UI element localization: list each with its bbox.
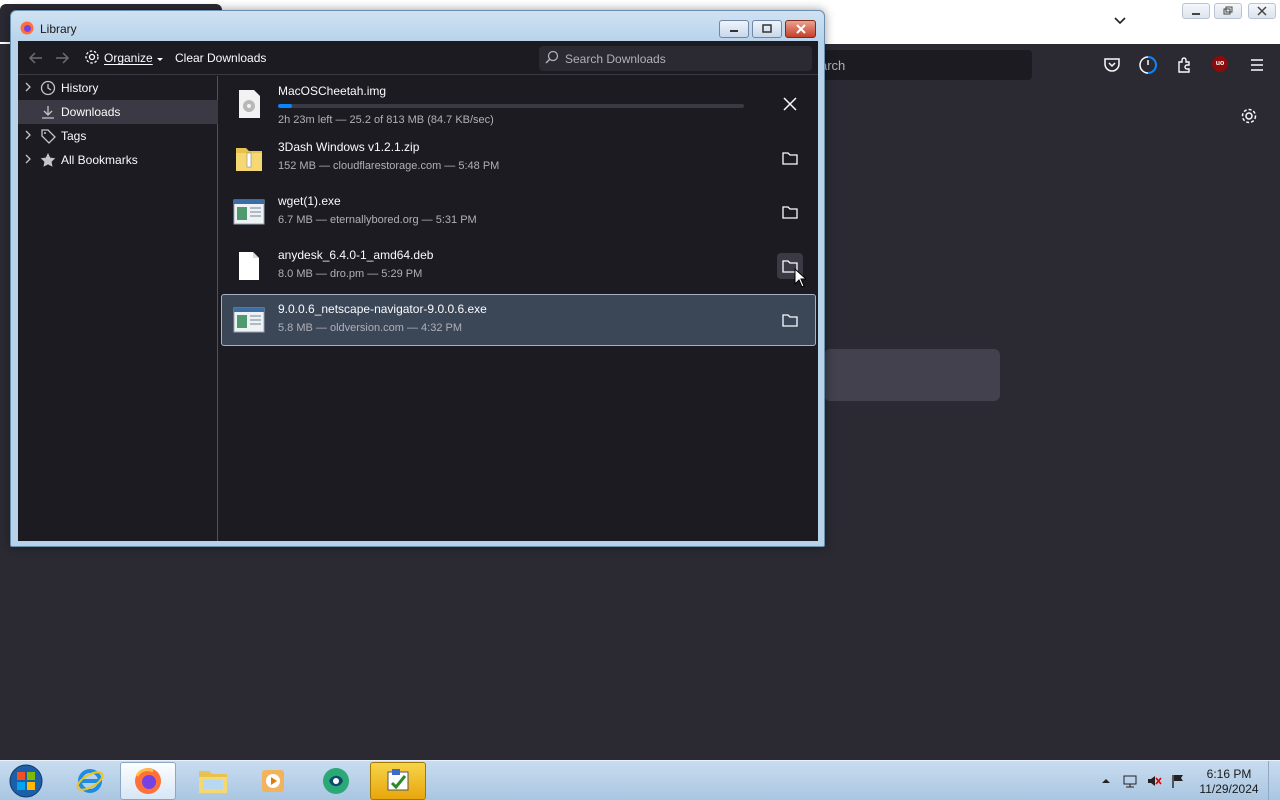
show-desktop-button[interactable] <box>1268 761 1280 800</box>
disk-image-icon <box>233 88 265 120</box>
sidebar-item-history[interactable]: History <box>18 76 218 100</box>
sidebar-item-label: Downloads <box>61 105 121 119</box>
sidebar-item-label: Tags <box>61 129 87 143</box>
background-card <box>824 349 1000 401</box>
browser-restore-button[interactable] <box>1214 3 1242 19</box>
show-in-folder-button[interactable] <box>777 145 803 171</box>
sidebar-item-tags[interactable]: Tags <box>18 124 218 148</box>
download-progress-bar <box>278 104 744 108</box>
download-name: wget(1).exe <box>278 194 341 208</box>
hamburger-menu-icon[interactable] <box>1247 55 1267 75</box>
sidebar-item-all-bookmarks[interactable]: All Bookmarks <box>18 148 218 172</box>
app-yellow-icon[interactable] <box>370 762 426 800</box>
back-arrow-icon[interactable] <box>28 50 44 66</box>
search-box[interactable] <box>539 46 812 71</box>
firefox-account-icon[interactable] <box>1138 55 1158 75</box>
library-titlebar: Library <box>11 11 824 41</box>
extensions-icon[interactable] <box>1175 55 1195 75</box>
download-status: 8.0 MB — dro.pm — 5:29 PM <box>278 268 423 280</box>
internet-explorer-icon[interactable] <box>62 762 118 800</box>
library-toolbar: Organize Clear Downloads <box>18 41 818 75</box>
download-status: 152 MB — cloudflarestorage.com — 5:48 PM <box>278 160 500 172</box>
browser-close-button[interactable] <box>1248 3 1276 19</box>
chevron-down-icon <box>156 51 163 65</box>
downloads-list: MacOSCheetah.img 2h 23m left — 25.2 of 8… <box>219 76 818 541</box>
taskbar: 6:16 PM 11/29/2024 <box>0 760 1280 800</box>
cancel-download-button[interactable] <box>777 91 803 117</box>
media-player-icon[interactable] <box>245 762 301 800</box>
firefox-icon[interactable] <box>120 762 176 800</box>
file-explorer-icon[interactable] <box>185 762 241 800</box>
pocket-icon[interactable] <box>1102 55 1122 75</box>
star-icon <box>40 152 56 168</box>
download-name: anydesk_6.4.0-1_amd64.deb <box>278 248 434 262</box>
volume-muted-icon[interactable] <box>1146 773 1162 789</box>
search-icon <box>545 50 559 67</box>
clock-icon <box>40 80 56 96</box>
clock-time: 6:16 PM <box>1206 767 1252 781</box>
app-green-icon[interactable] <box>308 762 364 800</box>
tag-icon <box>40 128 56 144</box>
system-tray <box>1098 773 1186 789</box>
library-close-button[interactable] <box>785 20 816 38</box>
library-content: Organize Clear Downloads History <box>18 41 818 541</box>
download-item[interactable]: 3Dash Windows v1.2.1.zip 152 MB — cloudf… <box>221 132 816 184</box>
download-status: 2h 23m left — 25.2 of 813 MB (84.7 KB/se… <box>278 114 494 126</box>
url-bar[interactable]: arch <box>820 50 1032 80</box>
chevron-right-icon[interactable] <box>24 153 38 167</box>
download-name: MacOSCheetah.img <box>278 84 387 98</box>
download-progress-fill <box>278 104 293 108</box>
library-sidebar: History Downloads Tags All Bookmarks <box>18 76 218 541</box>
download-icon <box>40 104 56 120</box>
forward-arrow-icon[interactable] <box>54 50 70 66</box>
download-item[interactable]: wget(1).exe 6.7 MB — eternallybored.org … <box>221 186 816 238</box>
organize-label: Organize <box>104 51 153 65</box>
gear-icon <box>84 49 100 68</box>
download-status: 5.8 MB — oldversion.com — 4:32 PM <box>278 322 463 334</box>
library-window: Library Organize Clear Downloads Search … <box>10 10 825 547</box>
download-name: 3Dash Windows v1.2.1.zip <box>278 140 420 154</box>
exe-icon <box>233 304 265 336</box>
show-in-folder-button[interactable] <box>777 199 803 225</box>
download-item-selected[interactable]: 9.0.0.6_netscape-navigator-9.0.0.6.exe 5… <box>221 294 816 346</box>
library-title: Library <box>40 22 77 36</box>
show-in-folder-button[interactable] <box>777 307 803 333</box>
chevron-down-icon[interactable] <box>1112 12 1128 28</box>
zip-folder-icon <box>233 142 265 174</box>
library-minimize-button[interactable] <box>719 20 749 38</box>
mouse-cursor-icon <box>794 267 808 288</box>
network-icon[interactable] <box>1122 773 1138 789</box>
start-button[interactable] <box>6 763 46 799</box>
firefox-icon <box>20 21 34 35</box>
action-center-flag-icon[interactable] <box>1170 773 1186 789</box>
download-item[interactable]: MacOSCheetah.img 2h 23m left — 25.2 of 8… <box>221 78 816 130</box>
chevron-right-icon[interactable] <box>24 81 38 95</box>
download-status: 6.7 MB — eternallybored.org — 5:31 PM <box>278 214 477 226</box>
search-downloads-input[interactable] <box>565 51 795 66</box>
sidebar-item-label: All Bookmarks <box>61 153 138 167</box>
download-item[interactable]: anydesk_6.4.0-1_amd64.deb 8.0 MB — dro.p… <box>221 240 816 292</box>
chevron-right-icon[interactable] <box>24 129 38 143</box>
library-maximize-button[interactable] <box>752 20 782 38</box>
clock[interactable]: 6:16 PM 11/29/2024 <box>1194 767 1264 797</box>
organize-button[interactable]: Organize <box>84 49 163 67</box>
sidebar-item-label: History <box>61 81 99 95</box>
file-icon <box>233 250 265 282</box>
download-name: 9.0.0.6_netscape-navigator-9.0.0.6.exe <box>278 302 487 316</box>
exe-icon <box>233 196 265 228</box>
clock-date: 11/29/2024 <box>1199 782 1259 796</box>
sidebar-item-downloads[interactable]: Downloads <box>18 100 218 124</box>
show-hidden-icons-icon[interactable] <box>1098 773 1114 789</box>
clear-downloads-button[interactable]: Clear Downloads <box>175 51 266 65</box>
browser-minimize-button[interactable] <box>1182 3 1210 19</box>
gear-icon[interactable] <box>1240 107 1258 125</box>
ublock-icon[interactable]: uo <box>1212 56 1228 72</box>
